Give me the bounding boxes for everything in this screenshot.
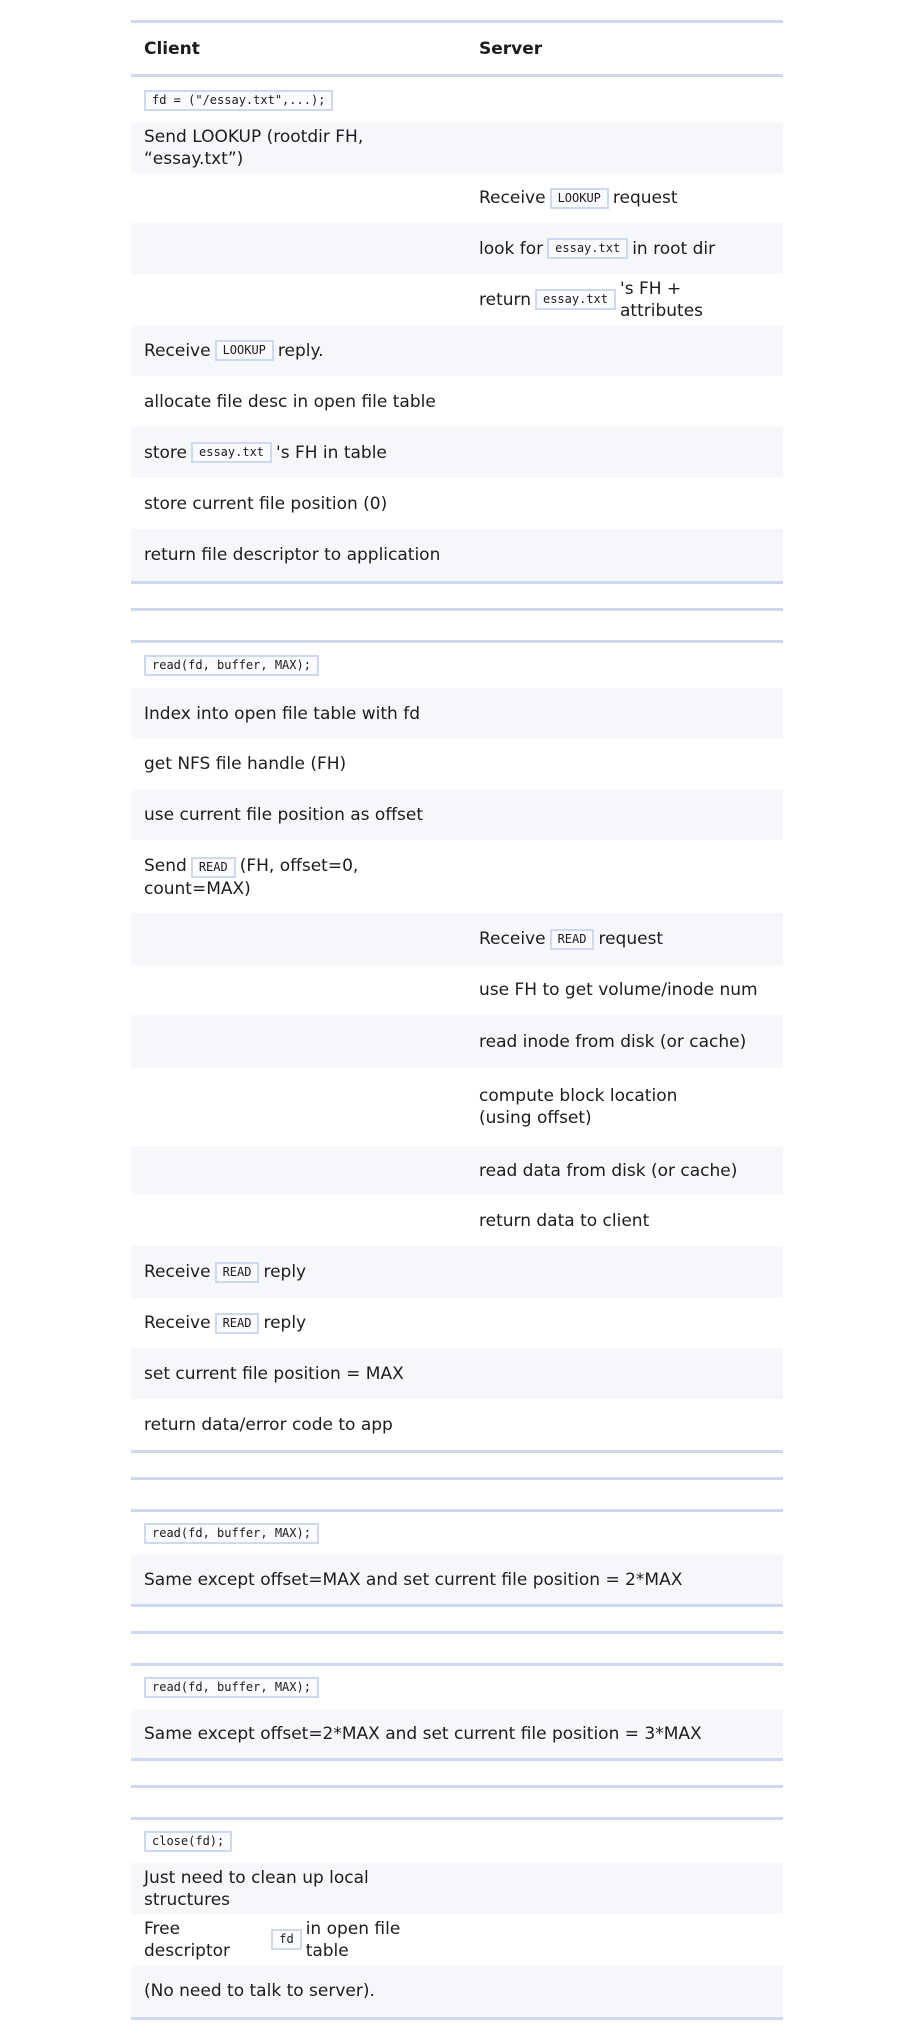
read2-call-row: read(fd, buffer, MAX); xyxy=(131,1512,783,1555)
lookup-code: LOOKUP xyxy=(214,340,274,361)
close-call-code: close(fd); xyxy=(144,1831,233,1852)
table-row: Receive READ reply xyxy=(131,1246,783,1298)
essay-code: essay.txt xyxy=(547,238,629,259)
read-code: READ xyxy=(190,857,236,878)
read3-call-row: read(fd, buffer, MAX); xyxy=(131,1666,783,1709)
table-row: use current file position as offset xyxy=(131,789,783,840)
table-row: Just need to clean up local structures xyxy=(131,1863,783,1914)
table-row: look for essay.txt in root dir xyxy=(131,223,783,274)
essay-code: essay.txt xyxy=(191,442,273,463)
send-lookup-text: Send LOOKUP (rootdir FH, “essay.txt”) xyxy=(144,127,364,169)
table-row: (No need to talk to server). xyxy=(131,1965,783,2017)
open-call-code: fd = ("/essay.txt",...); xyxy=(144,89,334,111)
table-row: Index into open file table with fd xyxy=(131,688,783,739)
section-border xyxy=(131,581,783,584)
table-row: return data to client xyxy=(479,1210,650,1231)
spacer-border xyxy=(131,1477,783,1480)
table-row: Free descriptor fd in open file table xyxy=(144,1918,401,1961)
spacer-border xyxy=(131,1631,783,1634)
read-call-row: read(fd, buffer, MAX); xyxy=(131,643,783,688)
section-border xyxy=(131,1604,783,1607)
section-border xyxy=(131,1450,783,1453)
table-row: return data/error code to app xyxy=(144,1414,393,1435)
table-row: store essay.txt's FH in table xyxy=(131,427,783,478)
lookup-code: LOOKUP xyxy=(549,187,609,209)
table-row: Receive LOOKUP reply. xyxy=(131,325,783,376)
essay-code: essay.txt xyxy=(534,289,617,310)
fd-code: fd xyxy=(271,1929,302,1950)
table-row: allocate file desc in open file table xyxy=(144,391,436,412)
table-row: use FH to get volume/inode num xyxy=(479,980,758,1000)
read-code: READ xyxy=(214,1261,260,1283)
read-call-code: read(fd, buffer, MAX); xyxy=(144,655,319,676)
header-row: Client Server xyxy=(131,23,783,74)
section-border xyxy=(131,1758,783,1761)
table-row: Send LOOKUP (rootdir FH, “essay.txt”) xyxy=(131,123,783,173)
client-column-header: Client xyxy=(144,38,200,59)
table-row: Same except offset=2*MAX and set current… xyxy=(131,1709,783,1758)
table-row: return essay.txt's FH + attributes xyxy=(479,278,704,321)
open-call-row: fd = ("/essay.txt",...); xyxy=(131,77,783,123)
read-code: READ xyxy=(214,1312,260,1334)
bottom-border xyxy=(131,2017,783,2020)
table-row: get NFS file handle (FH) xyxy=(144,754,347,774)
table-row: store current file position (0) xyxy=(144,493,388,514)
server-column-header: Server xyxy=(479,38,543,59)
table-row: Receive READ reply xyxy=(144,1312,307,1334)
table-row: Receive LOOKUP request xyxy=(479,187,678,209)
table-row: Receive READ request xyxy=(131,913,783,965)
read2-call-code: read(fd, buffer, MAX); xyxy=(144,1523,319,1544)
table-row: Send READ (FH, offset=0, count=MAX) xyxy=(144,856,359,899)
table-row: read data from disk (or cache) xyxy=(131,1146,783,1195)
close-call-row: close(fd); xyxy=(131,1820,783,1863)
read3-call-code: read(fd, buffer, MAX); xyxy=(144,1677,319,1698)
spacer-border xyxy=(131,1785,783,1788)
table-row: read inode from disk (or cache) xyxy=(131,1015,783,1068)
table-row: return file descriptor to application xyxy=(131,529,783,581)
table-row: Same except offset=MAX and set current f… xyxy=(131,1555,783,1604)
read-code: READ xyxy=(549,928,595,950)
table-row: set current file position = MAX xyxy=(131,1348,783,1399)
table-row: compute block location (using offset) xyxy=(479,1086,678,1128)
spacer-border xyxy=(131,608,783,611)
